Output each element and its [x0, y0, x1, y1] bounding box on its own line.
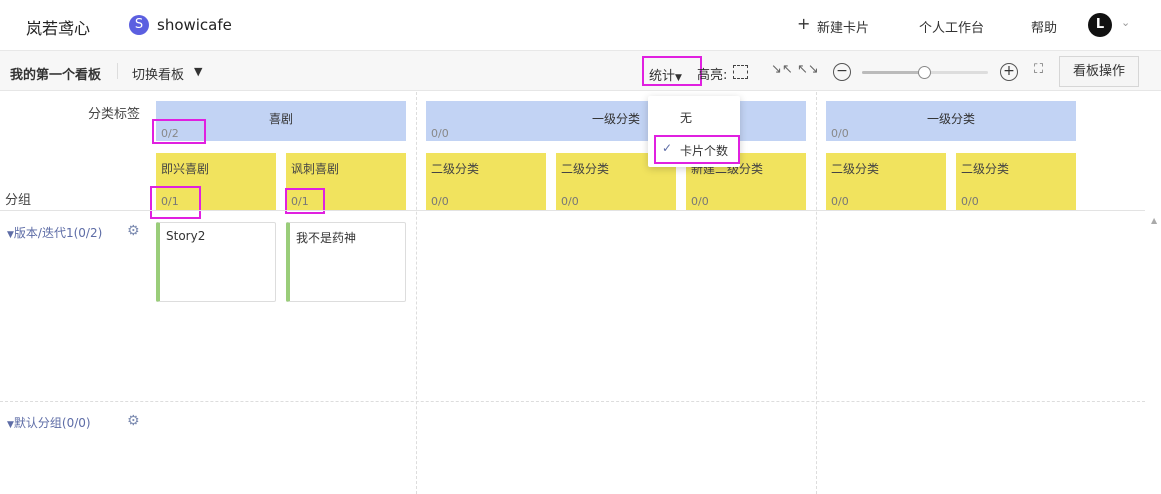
project-name[interactable]: showicafe	[157, 16, 232, 34]
top-nav: 岚若鸢心 S showicafe + 新建卡片 个人工作台 帮助 L ⌄	[0, 0, 1161, 51]
caret-down-icon: ▼	[7, 420, 14, 430]
stats-option-card-count[interactable]: 卡片个数	[648, 142, 740, 159]
kanban-board: 分类标签 分组 喜剧 0/2 一级分类 0/0 一级分类 0/0 即兴喜剧 0/…	[0, 92, 1161, 494]
category-header[interactable]: 一级分类 0/0	[426, 101, 806, 141]
expand-icon[interactable]: ↖↘	[797, 62, 819, 77]
switch-board-button[interactable]: 切换看板	[132, 64, 184, 83]
zoom-out-button[interactable]: −	[833, 63, 851, 81]
subcategory-title: 二级分类	[561, 162, 610, 176]
group-title-default[interactable]: ▼默认分组(0/0)	[7, 414, 91, 431]
column-separator	[416, 92, 417, 494]
card[interactable]: 我不是药神	[286, 222, 406, 302]
gear-icon[interactable]: ⚙	[127, 413, 140, 429]
group-header: 分组	[5, 193, 32, 208]
new-card-button[interactable]: 新建卡片	[817, 17, 869, 36]
category-count: 0/0	[831, 127, 849, 140]
chevron-down-icon[interactable]: ⌄	[1121, 16, 1130, 29]
group-title-version-1[interactable]: ▼版本/迭代1(0/2)	[7, 224, 102, 241]
subcategory-count: 0/0	[961, 195, 979, 208]
card-title: Story2	[166, 229, 206, 243]
caret-down-icon[interactable]: ▼	[194, 65, 202, 78]
zoom-slider-thumb[interactable]	[918, 66, 931, 79]
subcategory-header[interactable]: 二级分类 0/0	[426, 153, 546, 210]
stats-label: 统计	[649, 69, 676, 84]
highlight-label: 高亮:	[697, 68, 728, 83]
row-separator	[0, 210, 1145, 211]
subcategory-title: 二级分类	[831, 162, 880, 176]
collapse-icon[interactable]: ↘↖	[771, 62, 793, 77]
category-title: 一级分类	[591, 112, 640, 126]
scroll-up-icon[interactable]: ▲	[1151, 216, 1157, 225]
fullscreen-icon[interactable]: ⛶	[1034, 62, 1043, 77]
caret-down-icon: ▼	[7, 230, 14, 240]
stats-dropdown-button[interactable]: 统计▼	[642, 56, 702, 86]
category-header[interactable]: 一级分类 0/0	[826, 101, 1076, 141]
workspace-link[interactable]: 个人工作台	[919, 17, 984, 36]
user-avatar[interactable]: L	[1088, 13, 1112, 37]
gear-icon[interactable]: ⚙	[127, 223, 140, 239]
caret-down-icon: ▼	[675, 73, 682, 83]
highlight-select-icon[interactable]	[733, 65, 748, 79]
subcategory-title: 二级分类	[961, 162, 1010, 176]
row-separator	[0, 401, 1145, 402]
subcategory-title: 讽刺喜剧	[291, 162, 340, 176]
project-avatar[interactable]: S	[129, 15, 149, 35]
zoom-slider-fill	[862, 71, 925, 74]
card-title: 我不是药神	[296, 231, 357, 245]
subcategory-header[interactable]: 二级分类 0/0	[826, 153, 946, 210]
count-highlight-mark	[150, 186, 201, 219]
stats-option-none[interactable]: 无	[648, 109, 740, 126]
count-highlight-mark	[152, 119, 206, 144]
group-title-text: 版本/迭代1(0/2)	[13, 226, 103, 240]
subcategory-title: 即兴喜剧	[161, 162, 210, 176]
plus-icon[interactable]: +	[797, 14, 810, 33]
category-count: 0/0	[431, 127, 449, 140]
board-ops-button[interactable]: 看板操作	[1059, 56, 1139, 87]
category-label-header: 分类标签	[88, 107, 141, 122]
card[interactable]: Story2	[156, 222, 276, 302]
help-link[interactable]: 帮助	[1031, 17, 1057, 36]
subcategory-count: 0/0	[691, 195, 709, 208]
column-separator	[816, 92, 817, 494]
subcategory-count: 0/0	[431, 195, 449, 208]
board-name: 我的第一个看板	[10, 68, 102, 83]
subcategory-count: 0/0	[561, 195, 579, 208]
subcategory-title: 二级分类	[431, 162, 480, 176]
subcategory-header[interactable]: 二级分类 0/0	[956, 153, 1076, 210]
zoom-in-button[interactable]: +	[1000, 63, 1018, 81]
subcategory-count: 0/0	[831, 195, 849, 208]
group-title-text: 默认分组(0/0)	[13, 416, 91, 430]
stats-dropdown-menu: 无 ✓ 卡片个数	[648, 96, 740, 167]
toolbar-divider	[117, 63, 118, 79]
brand-title[interactable]: 岚若鸢心	[26, 15, 90, 39]
board-toolbar: 我的第一个看板 切换看板 ▼ 统计▼ 高亮: ↘↖ ↖↘ − + ⛶ 看板操作	[0, 51, 1161, 91]
category-title: 一级分类	[926, 112, 975, 126]
